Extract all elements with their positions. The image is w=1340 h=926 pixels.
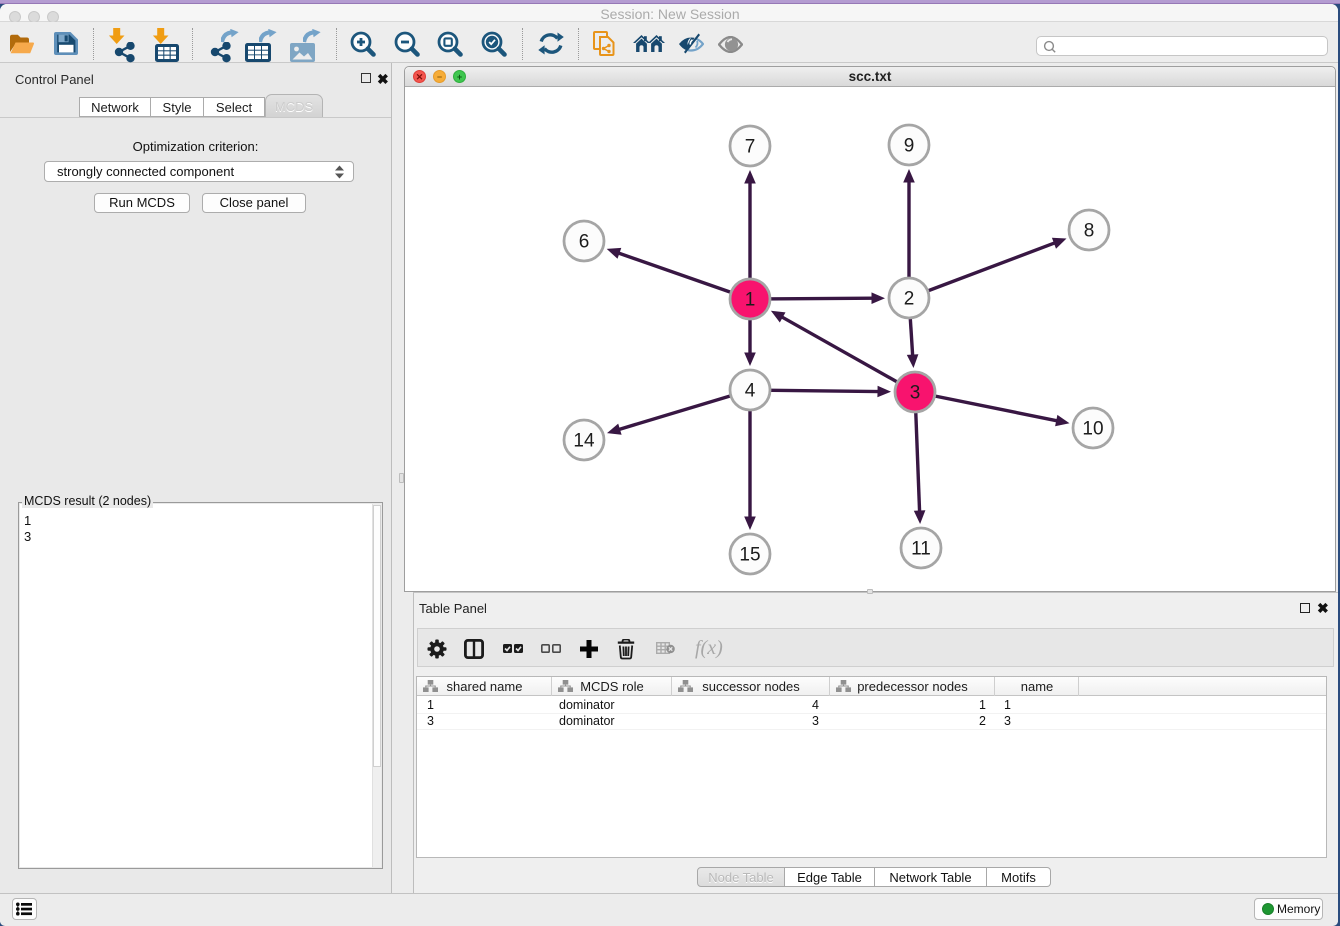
svg-text:9: 9 xyxy=(904,136,915,157)
svg-text:10: 10 xyxy=(1082,419,1103,440)
svg-text:11: 11 xyxy=(911,539,931,560)
svg-text:14: 14 xyxy=(573,431,595,452)
svg-text:2: 2 xyxy=(904,289,915,310)
svg-text:6: 6 xyxy=(579,232,590,253)
svg-text:15: 15 xyxy=(739,545,760,566)
svg-text:8: 8 xyxy=(1084,221,1095,242)
svg-text:4: 4 xyxy=(745,381,756,402)
svg-text:3: 3 xyxy=(910,383,921,404)
svg-text:7: 7 xyxy=(745,137,756,158)
svg-text:1: 1 xyxy=(745,290,756,311)
